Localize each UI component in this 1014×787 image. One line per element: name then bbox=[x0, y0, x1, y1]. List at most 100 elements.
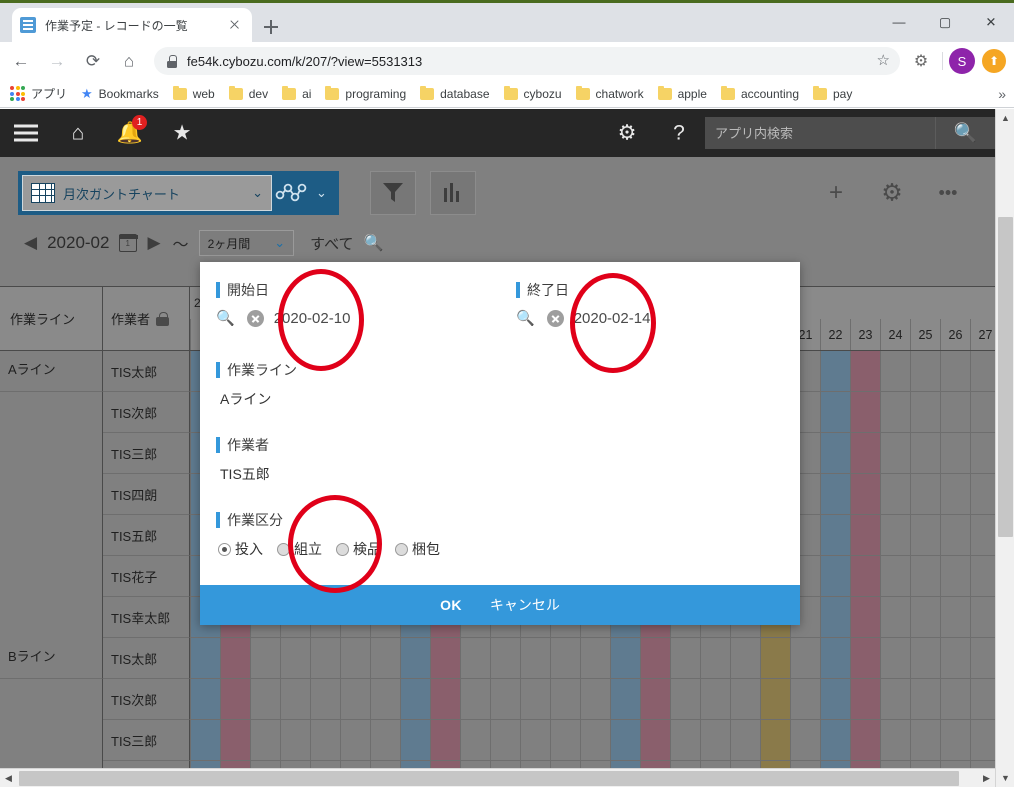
gantt-day-cell[interactable] bbox=[670, 638, 700, 678]
horizontal-scrollbar[interactable]: ◀ ▶ bbox=[0, 768, 995, 787]
work-type-radio-option[interactable]: 検品 bbox=[336, 539, 381, 559]
gantt-day-cell[interactable] bbox=[850, 597, 880, 637]
gantt-day-cell[interactable] bbox=[280, 720, 310, 760]
gantt-day-cell[interactable] bbox=[850, 556, 880, 596]
gantt-day-cell[interactable] bbox=[700, 679, 730, 719]
bookmark-item-dev[interactable]: dev bbox=[229, 87, 268, 101]
gantt-day-cell[interactable] bbox=[310, 720, 340, 760]
app-settings-button[interactable]: ⚙ bbox=[870, 171, 914, 215]
gantt-day-cell[interactable] bbox=[550, 679, 580, 719]
gantt-day-cell[interactable] bbox=[430, 720, 460, 760]
gantt-day-cell[interactable] bbox=[190, 679, 220, 719]
gantt-day-cell[interactable] bbox=[880, 392, 910, 432]
help-button[interactable]: ? bbox=[653, 109, 705, 157]
end-date-value[interactable]: 2020-02-14 bbox=[574, 310, 651, 327]
gantt-day-cell[interactable] bbox=[940, 720, 970, 760]
maximize-button[interactable]: ▢ bbox=[922, 6, 968, 38]
bookmark-item-web[interactable]: web bbox=[173, 87, 215, 101]
gantt-day-cell[interactable] bbox=[970, 515, 995, 555]
gantt-day-cell[interactable] bbox=[850, 515, 880, 555]
gantt-day-cell[interactable] bbox=[190, 720, 220, 760]
work-type-radio-option[interactable]: 投入 bbox=[218, 539, 263, 559]
gantt-day-cell[interactable] bbox=[970, 474, 995, 514]
browser-tab[interactable]: 作業予定 - レコードの一覧 bbox=[12, 8, 252, 42]
gantt-day-cell[interactable] bbox=[430, 679, 460, 719]
start-date-value[interactable]: 2020-02-10 bbox=[274, 310, 351, 327]
next-month-button[interactable]: ▶ bbox=[147, 233, 160, 253]
gantt-day-cell[interactable] bbox=[340, 720, 370, 760]
bookmark-item-apple[interactable]: apple bbox=[658, 87, 707, 101]
gantt-day-cell[interactable] bbox=[310, 679, 340, 719]
search-icon[interactable]: 🔍 bbox=[364, 233, 384, 253]
gantt-day-cell[interactable] bbox=[940, 556, 970, 596]
gantt-day-cell[interactable] bbox=[850, 392, 880, 432]
gantt-day-cell[interactable] bbox=[970, 392, 995, 432]
gantt-day-cell[interactable] bbox=[940, 679, 970, 719]
app-settings-button[interactable]: ⚙ bbox=[601, 109, 653, 157]
gantt-day-cell[interactable] bbox=[640, 638, 670, 678]
gantt-day-cell[interactable] bbox=[790, 720, 820, 760]
gantt-day-cell[interactable] bbox=[580, 638, 610, 678]
gantt-day-cell[interactable] bbox=[910, 351, 940, 391]
gantt-day-cell[interactable] bbox=[910, 392, 940, 432]
app-search-input[interactable] bbox=[705, 117, 935, 149]
graph-view-button[interactable] bbox=[272, 175, 314, 211]
gantt-day-cell[interactable] bbox=[820, 720, 850, 760]
gantt-day-cell[interactable] bbox=[850, 433, 880, 473]
profile-avatar[interactable]: S bbox=[949, 48, 975, 74]
gantt-day-cell[interactable] bbox=[820, 392, 850, 432]
gantt-day-cell[interactable] bbox=[730, 720, 760, 760]
gantt-day-cell[interactable] bbox=[850, 638, 880, 678]
gantt-day-cell[interactable] bbox=[820, 556, 850, 596]
gantt-day-cell[interactable] bbox=[490, 679, 520, 719]
add-record-button[interactable]: + bbox=[814, 171, 858, 215]
gantt-day-cell[interactable] bbox=[820, 597, 850, 637]
vertical-scroll-thumb[interactable] bbox=[998, 217, 1013, 537]
gantt-day-cell[interactable] bbox=[460, 679, 490, 719]
gantt-day-cell[interactable] bbox=[760, 638, 790, 678]
gantt-day-cell[interactable] bbox=[940, 515, 970, 555]
calendar-icon[interactable] bbox=[119, 234, 137, 252]
gantt-day-cell[interactable] bbox=[880, 597, 910, 637]
prev-month-button[interactable]: ◀ bbox=[24, 233, 37, 253]
gantt-day-cell[interactable] bbox=[520, 638, 550, 678]
gantt-day-cell[interactable] bbox=[910, 474, 940, 514]
gantt-day-cell[interactable] bbox=[910, 720, 940, 760]
scroll-down-arrow-icon[interactable]: ▼ bbox=[996, 769, 1014, 787]
gantt-day-cell[interactable] bbox=[790, 679, 820, 719]
start-date-search-icon[interactable]: 🔍 bbox=[216, 309, 235, 327]
show-all-label[interactable]: すべて bbox=[310, 233, 353, 254]
back-button[interactable]: ← bbox=[6, 46, 36, 76]
gantt-day-cell[interactable] bbox=[400, 679, 430, 719]
gantt-day-cell[interactable] bbox=[910, 679, 940, 719]
gantt-day-cell[interactable] bbox=[280, 679, 310, 719]
ok-button[interactable]: OK bbox=[440, 597, 462, 613]
gantt-day-cell[interactable] bbox=[880, 515, 910, 555]
gantt-day-cell[interactable] bbox=[700, 720, 730, 760]
gantt-day-cell[interactable] bbox=[970, 720, 995, 760]
range-dropdown[interactable]: 2ヶ月間 ⌄ bbox=[199, 230, 295, 256]
gantt-day-cell[interactable] bbox=[730, 638, 760, 678]
gantt-day-cell[interactable] bbox=[460, 638, 490, 678]
gantt-day-cell[interactable] bbox=[550, 638, 580, 678]
gantt-day-cell[interactable] bbox=[250, 638, 280, 678]
gantt-day-cell[interactable] bbox=[880, 433, 910, 473]
forward-button[interactable]: → bbox=[42, 46, 72, 76]
gantt-day-cell[interactable] bbox=[790, 638, 820, 678]
gantt-day-cell[interactable] bbox=[850, 720, 880, 760]
gantt-day-cell[interactable] bbox=[700, 638, 730, 678]
bookmark-star-icon[interactable]: ☆ bbox=[877, 51, 890, 69]
gantt-day-cell[interactable] bbox=[850, 351, 880, 391]
gantt-day-cell[interactable] bbox=[970, 556, 995, 596]
gantt-day-cell[interactable] bbox=[190, 638, 220, 678]
close-button[interactable]: ✕ bbox=[968, 6, 1014, 38]
home-button[interactable]: ⌂ bbox=[114, 46, 144, 76]
gantt-day-cell[interactable] bbox=[280, 638, 310, 678]
gantt-day-cell[interactable] bbox=[640, 720, 670, 760]
gantt-day-cell[interactable] bbox=[370, 638, 400, 678]
menu-button[interactable] bbox=[0, 109, 52, 157]
vertical-scrollbar[interactable]: ▲ ▼ bbox=[995, 109, 1014, 787]
gantt-day-cell[interactable] bbox=[910, 597, 940, 637]
gantt-day-cell[interactable] bbox=[880, 679, 910, 719]
app-search-button[interactable]: 🔍 bbox=[935, 117, 995, 149]
